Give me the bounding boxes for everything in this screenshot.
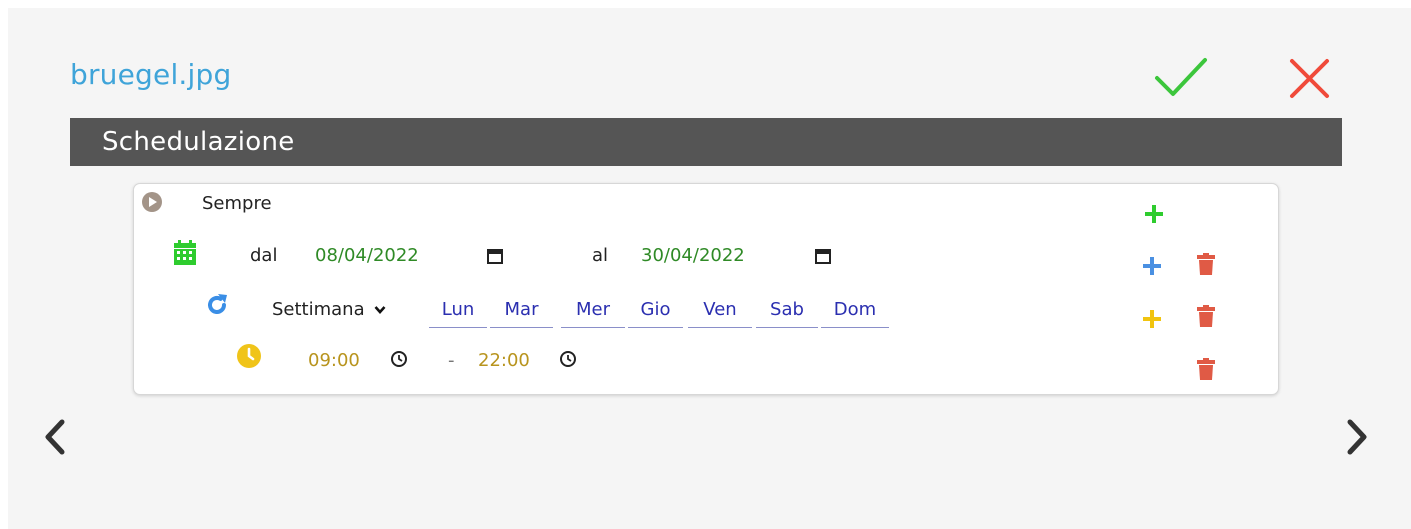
schedule-card: Sempre dal 08/04/2022 al 30/04/2022 Sett…	[133, 183, 1279, 395]
time-end-value[interactable]: 22:00	[478, 350, 530, 371]
day-mar[interactable]: Mar	[490, 297, 553, 328]
delete-recurrence-icon[interactable]	[1197, 305, 1215, 327]
confirm-button[interactable]	[1152, 56, 1210, 100]
day-dom[interactable]: Dom	[821, 297, 889, 328]
time-end-clock-icon[interactable]	[559, 350, 577, 368]
day-mer[interactable]: Mer	[561, 297, 625, 328]
play-circle-icon[interactable]	[141, 191, 163, 213]
delete-time-range-icon[interactable]	[1197, 358, 1215, 380]
date-from-value[interactable]: 08/04/2022	[315, 245, 419, 266]
time-separator: -	[448, 350, 455, 371]
time-start-value[interactable]: 09:00	[308, 350, 360, 371]
day-ven[interactable]: Ven	[688, 297, 752, 328]
day-gio[interactable]: Gio	[628, 297, 683, 328]
chevron-right-icon	[1347, 419, 1367, 455]
recurrence-period: Settimana	[272, 299, 365, 320]
schedule-root-label: Sempre	[202, 193, 272, 214]
add-root-icon[interactable]	[1144, 204, 1164, 224]
recurrence-select[interactable]: Settimana	[272, 299, 386, 320]
close-icon	[1290, 59, 1329, 98]
calendar-icon	[174, 240, 196, 265]
day-sab[interactable]: Sab	[756, 297, 818, 328]
repeat-icon	[208, 294, 227, 314]
delete-date-range-icon[interactable]	[1197, 253, 1215, 275]
section-header: Schedulazione	[70, 118, 1342, 166]
check-icon	[1155, 58, 1207, 96]
file-title: bruegel.jpg	[70, 58, 232, 91]
date-from-picker-icon[interactable]	[487, 248, 503, 264]
day-lun[interactable]: Lun	[429, 297, 487, 328]
add-recurrence-icon[interactable]	[1142, 309, 1162, 329]
prev-button[interactable]	[40, 417, 70, 457]
chevron-left-icon	[45, 419, 65, 455]
date-from-label: dal	[250, 245, 278, 266]
chevron-down-icon	[374, 306, 386, 314]
next-button[interactable]	[1342, 417, 1372, 457]
time-start-clock-icon[interactable]	[390, 350, 408, 368]
date-to-picker-icon[interactable]	[815, 248, 831, 264]
date-to-value[interactable]: 30/04/2022	[641, 245, 745, 266]
clock-icon	[237, 344, 261, 368]
cancel-button[interactable]	[1287, 56, 1333, 102]
date-to-label: al	[592, 245, 609, 266]
section-title: Schedulazione	[102, 127, 295, 157]
add-date-range-icon[interactable]	[1142, 256, 1162, 276]
